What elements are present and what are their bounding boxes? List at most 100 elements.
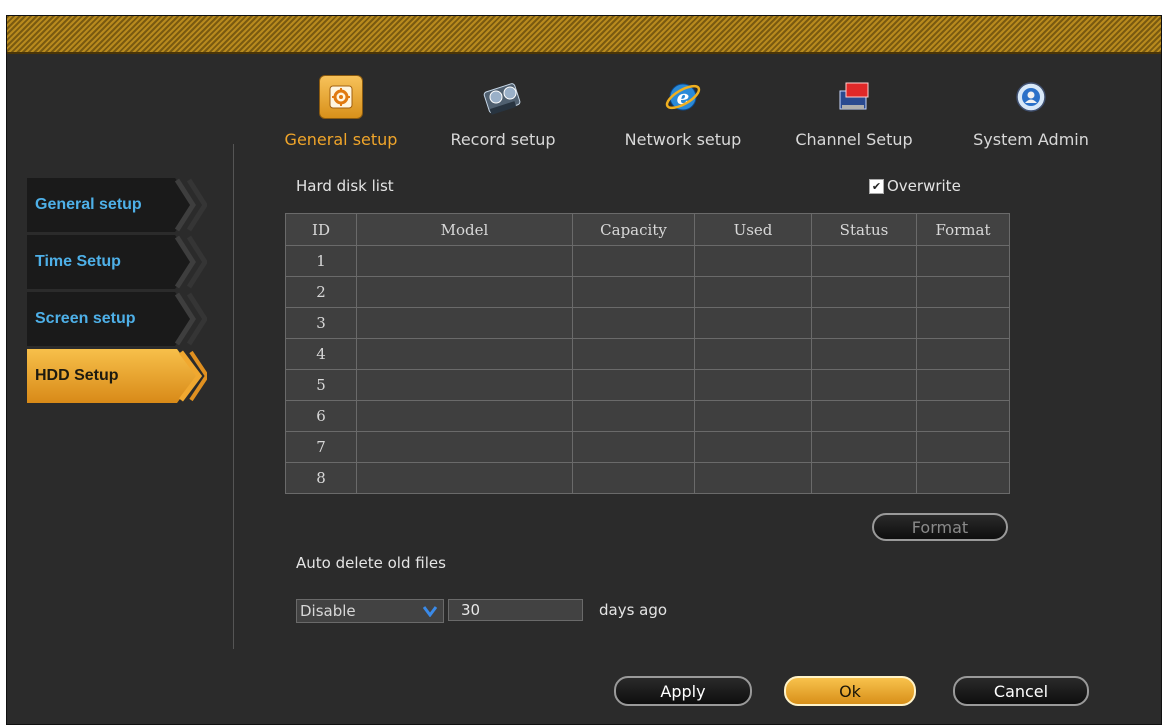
table-cell [916,276,1010,308]
column-header: Format [916,213,1010,246]
table-header-row: ID Model Capacity Used Status Format [285,213,1010,246]
table-cell [356,400,573,432]
table-cell [811,276,917,308]
table-cell [694,369,812,401]
overwrite-checkbox[interactable]: ✔ Overwrite [869,177,961,195]
cancel-button[interactable]: Cancel [953,676,1089,706]
table-cell [572,276,695,308]
table-cell [572,369,695,401]
sidebar-item-label: HDD Setup [35,367,119,384]
sidebar-item-label: Time Setup [35,253,121,270]
table-cell [694,431,812,463]
table-cell [811,369,917,401]
table-cell [916,369,1010,401]
sidebar-item-screen-setup[interactable]: Screen setup [27,292,207,346]
table-cell [694,462,812,494]
tab-label: Network setup [624,130,742,149]
tab-system-admin[interactable]: System Admin [961,74,1101,164]
table-cell [694,400,812,432]
column-header: ID [285,213,357,246]
table-row[interactable]: 8 [285,462,1010,494]
admin-icon [1008,74,1054,120]
table-cell [694,276,812,308]
table-row[interactable]: 6 [285,400,1010,432]
table-cell [916,431,1010,463]
table-cell [916,245,1010,277]
table-cell [356,338,573,370]
sidebar-item-hdd-setup[interactable]: HDD Setup [27,349,207,403]
table-cell [694,245,812,277]
format-button[interactable]: Format [872,513,1008,541]
sidebar-item-label: General setup [35,196,142,213]
table-cell [356,307,573,339]
table-cell [811,400,917,432]
auto-delete-select[interactable]: Disable [296,599,444,623]
table-cell [811,338,917,370]
column-header: Model [356,213,573,246]
tab-network-setup[interactable]: e Network setup [613,74,753,164]
table-cell [572,338,695,370]
ok-button[interactable]: Ok [784,676,916,706]
table-cell [356,245,573,277]
table-row[interactable]: 1 [285,245,1010,277]
disk-id-cell: 8 [285,462,357,494]
sidebar-item-time-setup[interactable]: Time Setup [27,235,207,289]
apply-button[interactable]: Apply [614,676,752,706]
title-bar [7,16,1161,54]
table-row[interactable]: 2 [285,276,1010,308]
table-cell [811,245,917,277]
table-cell [916,307,1010,339]
tab-label: Record setup [450,130,556,149]
disk-id-cell: 6 [285,400,357,432]
hard-disk-list-title: Hard disk list [296,177,394,195]
table-cell [694,338,812,370]
sidebar-item-label: Screen setup [35,310,136,327]
days-suffix-label: days ago [599,601,668,619]
table-cell [572,462,695,494]
disk-id-cell: 2 [285,276,357,308]
auto-delete-label: Auto delete old files [296,554,446,572]
tab-label: Channel Setup [795,130,913,149]
channel-icon [831,74,877,120]
tab-label: General setup [284,130,398,149]
hard-disk-table: ID Model Capacity Used Status Format 123… [285,213,1010,494]
table-row[interactable]: 5 [285,369,1010,401]
table-cell [916,400,1010,432]
table-cell [572,400,695,432]
table-cell [572,245,695,277]
column-header: Status [811,213,917,246]
tab-label: System Admin [973,130,1089,149]
table-cell [916,338,1010,370]
settings-window: General setup Record setup e Network set… [6,15,1162,725]
table-cell [811,307,917,339]
table-cell [356,276,573,308]
days-input[interactable] [448,599,583,621]
table-row[interactable]: 7 [285,431,1010,463]
disk-id-cell: 4 [285,338,357,370]
table-row[interactable]: 4 [285,338,1010,370]
table-cell [916,462,1010,494]
table-cell [572,307,695,339]
table-cell [694,307,812,339]
table-cell [811,431,917,463]
sidebar-item-general-setup[interactable]: General setup [27,178,207,232]
browser-icon: e [660,74,706,120]
checkmark-icon: ✔ [869,178,884,194]
table-cell [356,369,573,401]
tab-record-setup[interactable]: Record setup [433,74,573,164]
table-row[interactable]: 3 [285,307,1010,339]
disk-id-cell: 7 [285,431,357,463]
chevron-down-icon [421,602,439,620]
overwrite-label: Overwrite [887,177,961,195]
disk-id-cell: 5 [285,369,357,401]
column-header: Capacity [572,213,695,246]
table-cell [811,462,917,494]
tab-channel-setup[interactable]: Channel Setup [784,74,924,164]
table-cell [356,431,573,463]
film-icon [480,74,526,120]
auto-delete-select-value: Disable [300,602,356,620]
divider [233,144,234,649]
tab-general-setup[interactable]: General setup [271,74,411,164]
column-header: Used [694,213,812,246]
table-cell [572,431,695,463]
